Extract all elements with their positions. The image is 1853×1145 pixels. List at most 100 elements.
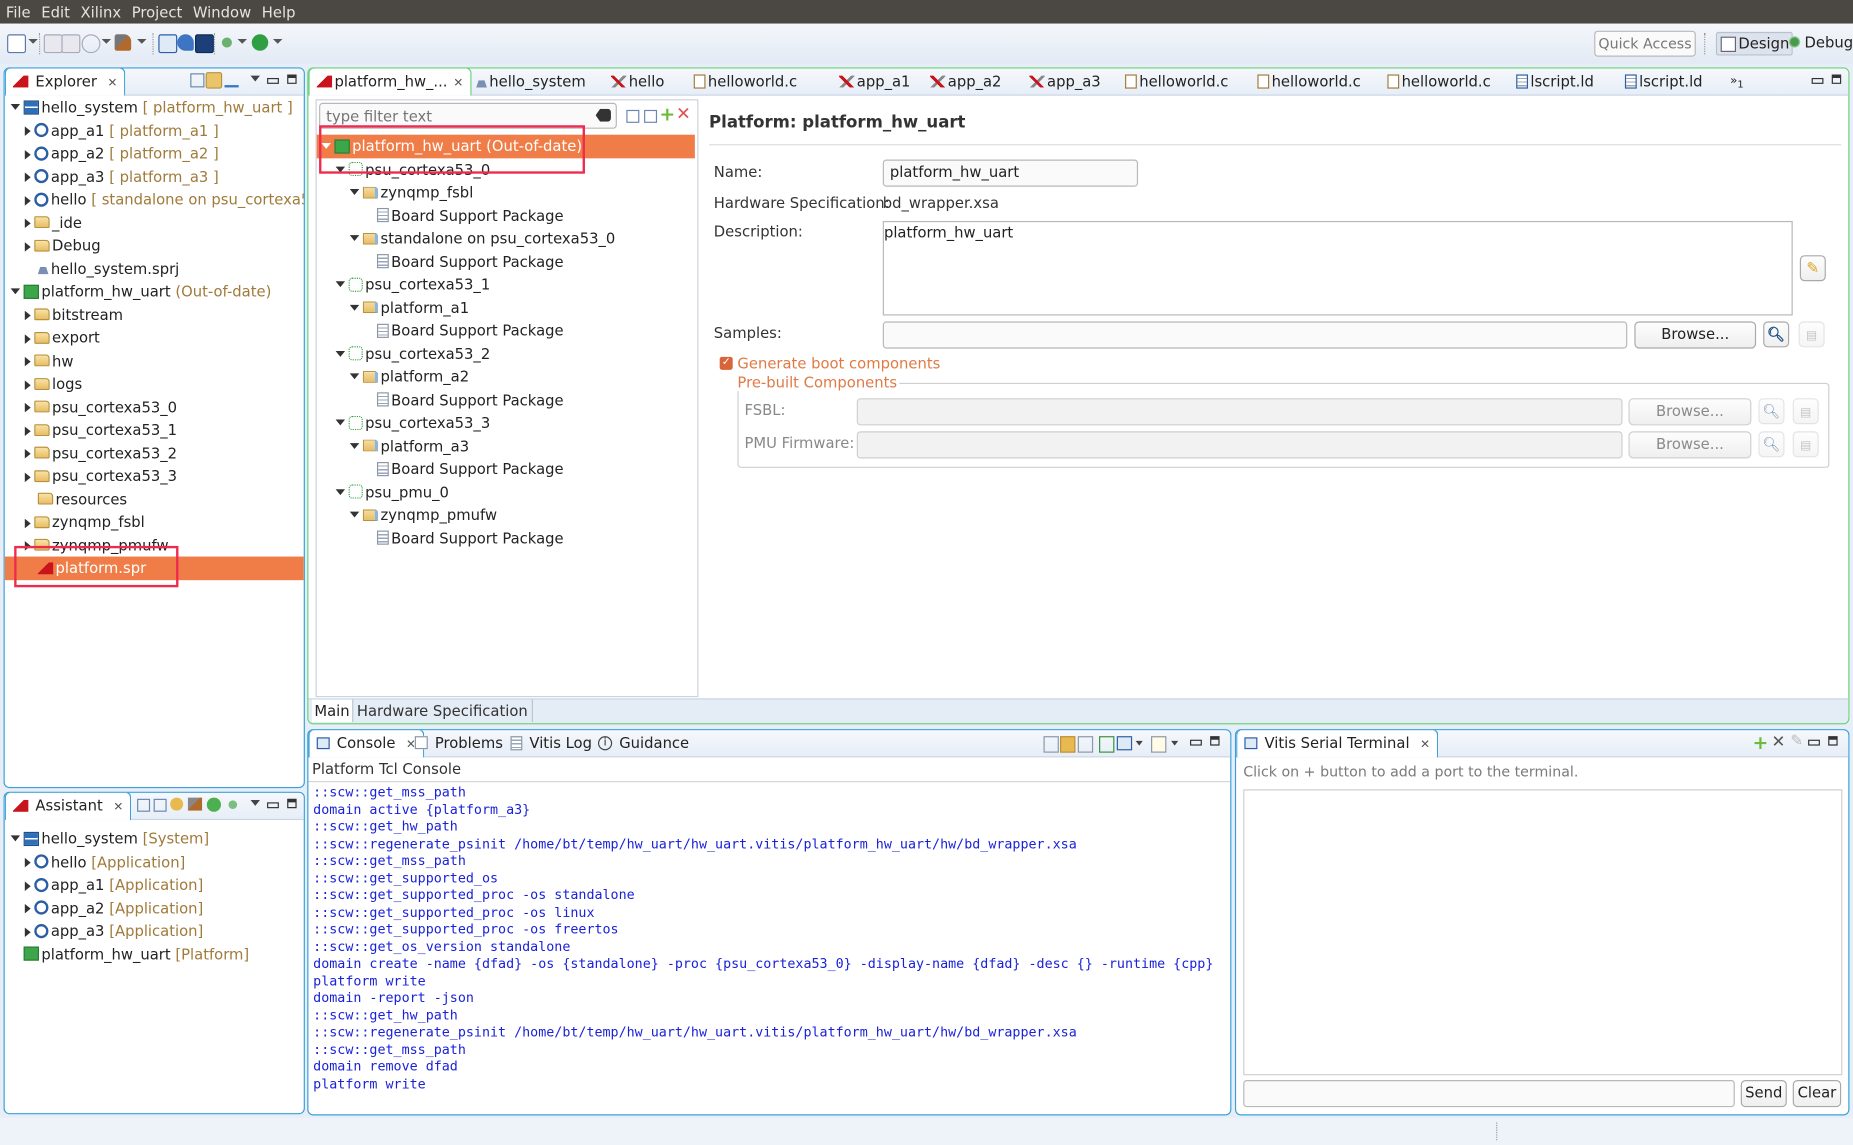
editor-tab[interactable]: app_a2 [930,69,1001,95]
collapsed-twisty-icon[interactable] [24,425,31,436]
minimize-icon[interactable] [1808,739,1820,746]
perspective-design-button[interactable]: Design [1715,31,1793,56]
tree-item[interactable]: Board Support Package [317,319,695,342]
collapse-all-icon[interactable] [626,109,640,123]
tree-item[interactable]: app_a3[ platform_a3 ] [5,165,304,188]
menu-file[interactable]: File [0,0,35,22]
fsbl-field[interactable] [856,398,1623,426]
tree-item[interactable]: psu_cortexa53_3 [5,464,304,487]
menu-project[interactable]: Project [126,0,187,22]
expanded-twisty-icon[interactable] [349,373,360,380]
pin-console-icon[interactable] [1099,736,1115,753]
maximize-icon[interactable] [1828,736,1838,746]
open-console-dropdown-icon[interactable] [1171,740,1179,746]
add-domain-icon[interactable]: + [659,105,675,124]
build-config-dropdown-icon[interactable] [101,38,112,44]
build-hammer-icon[interactable] [187,797,203,811]
expanded-twisty-icon[interactable] [335,281,346,288]
clear-button[interactable]: Clear [1792,1080,1842,1108]
description-textarea[interactable]: platform_hw_uart [882,220,1793,316]
expanded-twisty-icon[interactable] [10,103,21,110]
terminal-output-area[interactable] [1243,789,1843,1076]
debug-bug-icon[interactable] [225,797,240,812]
remove-domain-icon[interactable]: ✕ [676,105,691,123]
tree-item[interactable]: psu_cortexa53_3 [317,411,695,434]
tree-item[interactable]: hello [Application] [5,850,304,873]
tree-item[interactable]: hw [5,349,304,372]
scroll-lock-icon[interactable] [1060,736,1076,753]
expanded-twisty-icon[interactable] [335,419,346,426]
tree-item[interactable]: psu_pmu_0 [317,480,695,503]
samples-field[interactable] [882,321,1628,349]
open-console-icon[interactable] [1151,736,1167,753]
tree-item[interactable]: app_a1[ platform_a1 ] [5,119,304,142]
filter-input[interactable] [320,103,593,128]
tree-item[interactable]: platform_a1 [317,296,695,319]
collapsed-twisty-icon[interactable] [24,149,31,159]
collapsed-twisty-icon[interactable] [24,379,31,390]
editor-tab[interactable]: helloworld.c [1387,69,1491,95]
more-tabs-button[interactable]: »1 [1730,69,1744,95]
editor-tab[interactable]: helloworld.c [1257,69,1361,95]
tree-item[interactable]: platform_a2 [317,365,695,388]
edit-description-button[interactable]: ✎ [1799,255,1826,282]
samples-clear-button[interactable]: ▤ [1798,321,1825,348]
tree-item[interactable]: app_a2 [Application] [5,896,304,919]
name-field[interactable]: platform_hw_uart [882,159,1139,187]
tab-console[interactable]: Console ✕ [308,730,425,758]
clear-terminal-icon[interactable]: ✎ [1790,733,1803,751]
minimize-icon[interactable] [267,802,279,809]
tree-item[interactable]: psu_cortexa53_2 [5,441,304,464]
maximize-icon[interactable] [1831,74,1842,84]
close-icon[interactable]: ✕ [1420,739,1430,752]
collapsed-twisty-icon[interactable] [24,195,31,206]
tree-item[interactable]: psu_cortexa53_1 [317,273,695,296]
tree-item[interactable]: hello_system[ platform_hw_uart ] [5,96,304,119]
view-menu-icon[interactable] [250,75,260,82]
add-port-icon[interactable]: + [1753,731,1769,753]
display-console-icon[interactable] [1116,736,1133,751]
tree-item[interactable]: logs [5,372,304,395]
tree-item[interactable]: zynqmp_fsbl [317,181,695,204]
collapsed-twisty-icon[interactable] [24,402,31,413]
tree-item[interactable]: Debug [5,234,304,257]
maximize-icon[interactable] [287,798,297,809]
close-icon[interactable]: ✕ [113,801,123,814]
program-fpga-icon[interactable] [177,34,194,51]
editor-tab[interactable]: platform_hw_... ✕ [308,68,472,96]
tree-item[interactable]: platform_hw_uart (Out-of-date) [5,280,304,303]
close-icon[interactable]: ✕ [108,77,118,90]
collapsed-twisty-icon[interactable] [24,172,31,182]
minimize-icon[interactable] [1190,739,1202,746]
menu-edit[interactable]: Edit [35,0,74,22]
xsct-console-icon[interactable] [194,34,214,54]
tree-item[interactable]: platform_a3 [317,434,695,457]
import-icon[interactable] [224,73,239,88]
tree-item[interactable]: app_a1 [Application] [5,873,304,896]
terminal-icon[interactable] [158,34,178,54]
expanded-twisty-icon[interactable] [349,511,360,518]
collapsed-twisty-icon[interactable] [24,518,31,528]
tree-item[interactable]: app_a3 [Application] [5,919,304,942]
tab-main[interactable]: Main [311,699,354,722]
expanded-twisty-icon[interactable] [335,488,346,495]
debug-icon[interactable] [218,34,236,51]
expanded-twisty-icon[interactable] [10,835,21,842]
editor-tab[interactable]: lscript.ld [1516,69,1594,95]
tree-item[interactable]: zynqmp_pmufw [317,503,695,526]
collapsed-twisty-icon[interactable] [24,449,31,459]
perspective-debug-button[interactable]: Debug [1786,32,1853,53]
tab-problems[interactable]: Problems [414,730,503,756]
fsbl-clear-button[interactable]: ▤ [1792,398,1819,425]
collapsed-twisty-icon[interactable] [24,356,31,367]
editor-tab[interactable]: helloworld.c [693,69,797,95]
menu-window[interactable]: Window [187,0,256,22]
menu-xilinx[interactable]: Xilinx [75,0,126,22]
expanded-twisty-icon[interactable] [349,304,360,311]
collapsed-twisty-icon[interactable] [24,310,31,321]
expanded-twisty-icon[interactable] [10,288,21,295]
new-dropdown-icon[interactable] [28,38,38,44]
collapsed-twisty-icon[interactable] [24,126,31,136]
pmu-browse-button[interactable]: Browse... [1628,431,1752,459]
menu-help[interactable]: Help [256,0,300,22]
